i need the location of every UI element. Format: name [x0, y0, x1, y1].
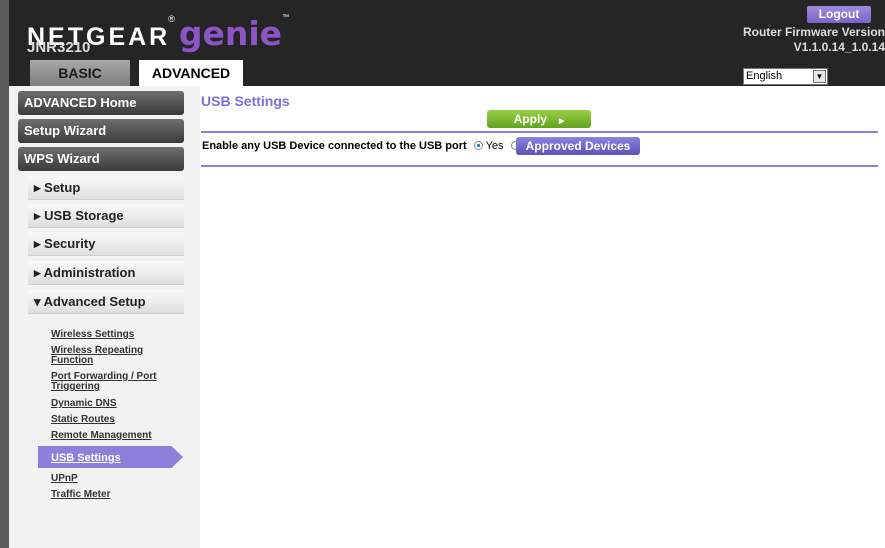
- language-selected: English: [746, 70, 783, 82]
- sidebar-section-security[interactable]: ▸ Security: [28, 232, 184, 256]
- radio-yes-label: Yes: [485, 140, 504, 152]
- header: NETGEAR® genie™ JNR3210 Logout Router Fir…: [9, 0, 885, 86]
- advanced-home-button[interactable]: ADVANCED Home: [18, 91, 184, 115]
- usb-enable-row: Enable any USB Device connected to the U…: [202, 140, 534, 152]
- logo-genie-text: genie: [178, 14, 283, 53]
- sublink-traffic-meter[interactable]: Traffic Meter: [51, 490, 110, 500]
- divider-top: [201, 131, 878, 133]
- sidebar-section-label: Security: [44, 236, 96, 251]
- sublink-upnp[interactable]: UPnP: [51, 474, 78, 484]
- sidebar-section-setup[interactable]: ▸ Setup: [28, 176, 184, 200]
- usb-enable-label: Enable any USB Device connected to the U…: [202, 140, 467, 152]
- sublink-remote-management[interactable]: Remote Management: [51, 431, 152, 441]
- logout-button[interactable]: Logout: [807, 6, 871, 23]
- sidebar-section-label: Setup: [44, 180, 81, 195]
- language-select[interactable]: English ▼: [743, 68, 828, 85]
- approved-devices-button[interactable]: Approved Devices: [516, 137, 640, 155]
- wps-wizard-button[interactable]: WPS Wizard: [18, 147, 184, 171]
- sidebar-section-label: Administration: [43, 265, 136, 280]
- sidebar-section-label: USB Storage: [44, 208, 124, 223]
- sidebar-section-usb-storage[interactable]: ▸ USB Storage: [28, 204, 184, 228]
- firmware-version-label: Router Firmware Version: [742, 25, 885, 39]
- radio-yes[interactable]: [473, 141, 483, 150]
- divider-bottom: [201, 165, 878, 167]
- caret-right-icon: ▸: [34, 236, 41, 251]
- chevron-down-icon[interactable]: ▼: [813, 70, 826, 83]
- sublink-static-routes[interactable]: Static Routes: [51, 415, 115, 425]
- tab-advanced[interactable]: ADVANCED: [139, 60, 243, 86]
- sidebar-section-advanced-setup[interactable]: ▾ Advanced Setup: [28, 290, 184, 314]
- caret-right-icon: ▸: [34, 265, 41, 280]
- logo-trademark: ™: [282, 14, 290, 21]
- logo-registered-mark: ®: [168, 14, 175, 24]
- sidebar-section-administration[interactable]: ▸ Administration: [28, 261, 184, 285]
- firmware-version-value: V1.1.0.14_1.0.14: [793, 40, 885, 54]
- sublink-wireless-repeating-line2[interactable]: Function: [51, 356, 93, 366]
- caret-right-icon: ▸: [34, 180, 41, 195]
- sublink-port-forwarding-line2[interactable]: Triggering: [51, 382, 100, 392]
- apply-button[interactable]: Apply ▶: [487, 110, 591, 128]
- apply-label: Apply: [513, 112, 547, 126]
- sublink-usb-settings[interactable]: USB Settings: [51, 452, 121, 464]
- page-title: USB Settings: [201, 93, 290, 109]
- sidebar-section-label: Advanced Setup: [43, 294, 146, 309]
- left-edge-bar: [0, 0, 9, 548]
- caret-right-icon: ▸: [34, 208, 41, 223]
- router-model: JNR3210: [27, 39, 91, 56]
- setup-wizard-button[interactable]: Setup Wizard: [18, 119, 184, 143]
- sublink-wireless-settings[interactable]: Wireless Settings: [51, 330, 134, 340]
- tab-basic[interactable]: BASIC: [30, 60, 130, 86]
- sublink-dynamic-dns[interactable]: Dynamic DNS: [51, 399, 117, 409]
- caret-down-icon: ▾: [34, 294, 41, 309]
- play-arrow-icon: ▶: [558, 118, 565, 125]
